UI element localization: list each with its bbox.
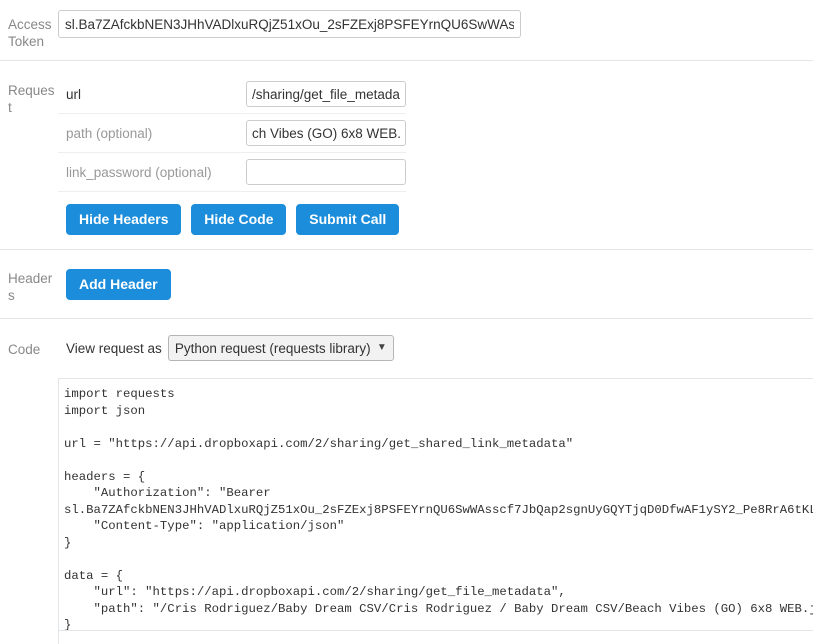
code-body: View request as Python request (requests… xyxy=(58,335,813,361)
request-param-row: url xyxy=(58,75,406,114)
headers-label: Headers xyxy=(8,271,53,303)
param-label-path: path (optional) xyxy=(66,125,153,141)
url-input[interactable] xyxy=(246,81,406,107)
param-field-url xyxy=(218,75,406,114)
language-select[interactable]: Python request (requests library) xyxy=(167,335,394,361)
request-param-row: path (optional) xyxy=(58,114,406,153)
param-field-path xyxy=(218,114,406,153)
headers-body: Add Header xyxy=(58,268,813,300)
code-section: Code View request as Python request (req… xyxy=(0,319,813,367)
request-section: Request url path (optional) link_passwor… xyxy=(0,61,813,249)
path-input[interactable] xyxy=(246,120,406,146)
access-token-label: Access Token xyxy=(8,17,52,49)
hide-code-button[interactable]: Hide Code xyxy=(191,204,287,235)
code-label: Code xyxy=(8,342,41,357)
request-param-row: link_password (optional) xyxy=(58,153,406,192)
add-header-button[interactable]: Add Header xyxy=(66,268,171,300)
headers-section: Headers Add Header xyxy=(0,250,813,318)
request-label: Request xyxy=(8,83,55,115)
param-label-link-password: link_password (optional) xyxy=(66,164,212,180)
access-token-section: Access Token xyxy=(0,0,813,60)
code-snippet-block[interactable]: import requests import json url = "https… xyxy=(58,378,813,644)
divider-below-code xyxy=(58,630,813,631)
hide-headers-button[interactable]: Hide Headers xyxy=(66,204,182,235)
link-password-input[interactable] xyxy=(246,159,406,185)
access-token-body xyxy=(58,10,813,38)
param-label-url: url xyxy=(66,86,82,102)
view-request-as-row: View request as Python request (requests… xyxy=(58,335,813,361)
param-field-link-password xyxy=(218,153,406,192)
view-request-as-label: View request as xyxy=(66,340,162,356)
access-token-input[interactable] xyxy=(58,10,521,38)
request-body: url path (optional) link_password (optio… xyxy=(58,75,813,241)
code-snippet-text: import requests import json url = "https… xyxy=(64,387,813,632)
request-params-table: url path (optional) link_password (optio… xyxy=(58,75,406,192)
request-button-row: Hide Headers Hide Code Submit Call xyxy=(58,192,813,241)
submit-call-button[interactable]: Submit Call xyxy=(296,204,400,235)
language-select-wrap[interactable]: Python request (requests library) ▼ xyxy=(167,335,394,361)
